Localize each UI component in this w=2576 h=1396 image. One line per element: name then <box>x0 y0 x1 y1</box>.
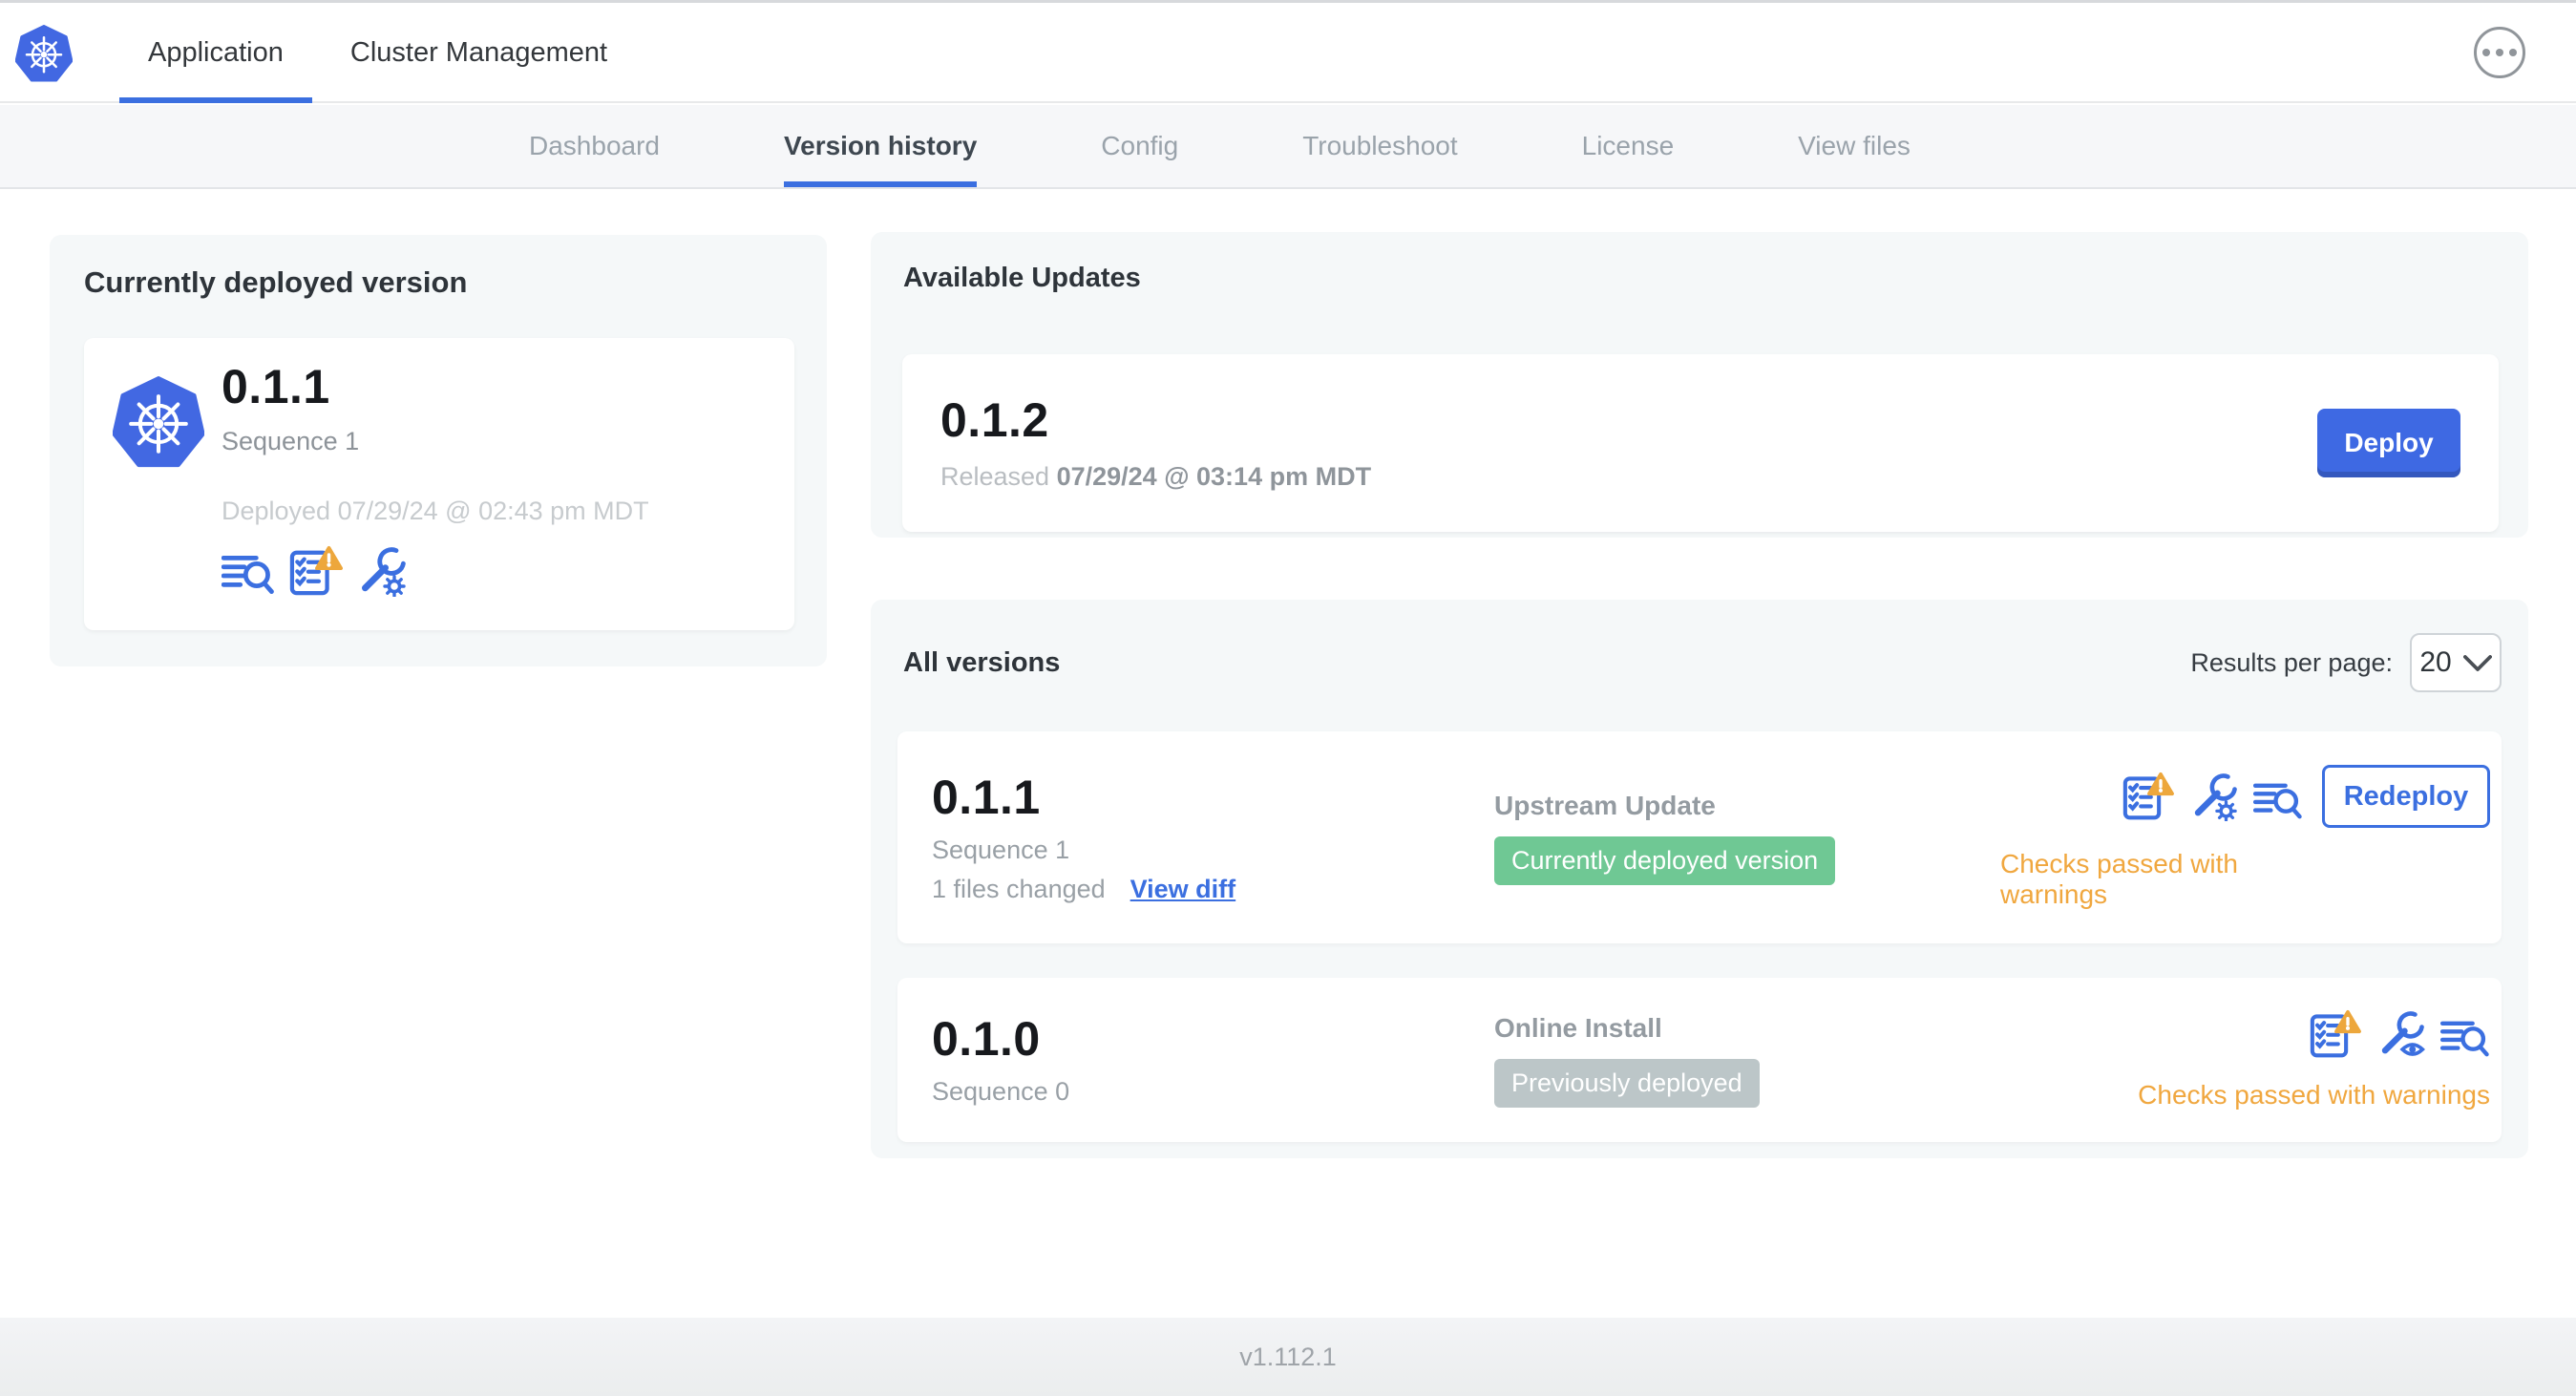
deploy-logs-icon[interactable] <box>2253 781 2303 821</box>
checks-status: Checks passed with warnings <box>2138 1080 2490 1110</box>
version-row-right: Redeploy Checks passed with warnings <box>2000 765 2490 910</box>
current-version-info: 0.1.1 Sequence 1 Deployed 07/29/24 @ 02:… <box>222 361 649 630</box>
version-row-0-1-1: 0.1.1 Sequence 1 1 files changed View di… <box>897 731 2502 943</box>
deploy-logs-icon[interactable] <box>2440 1019 2490 1059</box>
available-updates-panel: Available Updates 0.1.2 Released 07/29/2… <box>871 232 2528 538</box>
row-action-icons <box>2122 772 2303 821</box>
available-updates-title: Available Updates <box>903 263 1141 293</box>
current-version-sequence: Sequence 1 <box>222 427 360 455</box>
version-row-middle: Online Install Previously deployed <box>1494 1013 2000 1108</box>
all-versions-panel: All versions Results per page: 20 0.1.1 … <box>871 600 2528 1158</box>
tab-version-history-label: Version history <box>783 131 978 160</box>
current-version-actions <box>222 545 649 597</box>
update-released-date: Released 07/29/24 @ 03:14 pm MDT <box>940 462 1371 492</box>
checks-status: Checks passed with warnings <box>2000 849 2239 909</box>
tab-view-files-label: View files <box>1798 131 1911 160</box>
tab-cluster-management-label: Cluster Management <box>349 37 608 68</box>
tab-config[interactable]: Config <box>1101 105 1178 187</box>
row-source-label: Online Install <box>1494 1012 1662 1043</box>
row-actions: Redeploy <box>2122 765 2490 828</box>
tab-application-label: Application <box>148 37 284 68</box>
results-per-page-select[interactable]: 20 <box>2410 633 2502 692</box>
all-versions-header: All versions Results per page: 20 <box>903 628 2502 697</box>
redeploy-button[interactable]: Redeploy <box>2322 765 2490 828</box>
all-versions-title: All versions <box>903 646 1061 678</box>
edit-config-icon[interactable] <box>357 547 407 597</box>
tab-version-history[interactable]: Version history <box>783 105 978 187</box>
dot <box>2509 49 2517 56</box>
app-footer: v1.112.1 <box>0 1318 2576 1396</box>
tab-dashboard-label: Dashboard <box>529 131 660 160</box>
console-version: v1.112.1 <box>1239 1342 1337 1371</box>
current-version-number: 0.1.1 <box>222 360 330 413</box>
kubernetes-app-icon <box>113 376 204 468</box>
view-config-icon[interactable] <box>2377 1011 2425 1059</box>
version-row-left: 0.1.1 Sequence 1 1 files changed View di… <box>932 770 1494 904</box>
tab-application[interactable]: Application <box>119 3 312 103</box>
subnav-tab-bar: Dashboard Version history Config Trouble… <box>529 105 1911 187</box>
row-sequence: Sequence 0 <box>932 1077 1070 1106</box>
currently-deployed-panel: Currently deployed version 0.1.1 Sequenc… <box>50 235 827 666</box>
row-action-icons <box>2309 1009 2490 1059</box>
currently-deployed-title: Currently deployed version <box>84 265 468 299</box>
app-subnav: Dashboard Version history Config Trouble… <box>0 105 2576 189</box>
previously-deployed-badge: Previously deployed <box>1494 1058 1760 1108</box>
row-version-number: 0.1.0 <box>932 1012 1041 1066</box>
preflight-checks-warning-icon[interactable] <box>288 545 344 597</box>
top-header: Application Cluster Management <box>0 3 2576 103</box>
deploy-button[interactable]: Deploy <box>2317 409 2460 477</box>
row-sequence: Sequence 1 <box>932 835 1070 864</box>
files-changed-label: 1 files changed <box>932 874 1106 903</box>
view-diff-link[interactable]: View diff <box>1130 875 1236 904</box>
tab-dashboard[interactable]: Dashboard <box>529 105 660 187</box>
current-version-deployed-date: Deployed 07/29/24 @ 02:43 pm MDT <box>222 497 649 525</box>
version-row-middle: Upstream Update Currently deployed versi… <box>1494 791 2000 885</box>
version-row-0-1-0: 0.1.0 Sequence 0 Online Install Previous… <box>897 978 2502 1142</box>
tab-cluster-management[interactable]: Cluster Management <box>322 3 636 103</box>
preflight-checks-warning-icon[interactable] <box>2122 772 2175 821</box>
row-version-number: 0.1.1 <box>932 770 1041 824</box>
preflight-checks-warning-icon[interactable] <box>2309 1009 2362 1059</box>
row-files-changed: 1 files changed View diff <box>932 875 1494 904</box>
edit-config-icon[interactable] <box>2190 773 2238 821</box>
tab-view-files[interactable]: View files <box>1798 105 1911 187</box>
kubernetes-logo-icon <box>15 25 73 82</box>
released-prefix: Released <box>940 462 1050 491</box>
row-source-label: Upstream Update <box>1494 790 1716 820</box>
results-per-page-value: 20 <box>2419 646 2452 678</box>
version-history-page: Application Cluster Management Dashboard… <box>0 0 2576 1396</box>
update-version-number: 0.1.2 <box>940 393 1049 447</box>
tab-troubleshoot[interactable]: Troubleshoot <box>1302 105 1457 187</box>
available-update-card: 0.1.2 Released 07/29/24 @ 03:14 pm MDT D… <box>902 354 2499 532</box>
currently-deployed-badge: Currently deployed version <box>1494 835 1836 885</box>
dot <box>2496 49 2503 56</box>
results-per-page: Results per page: 20 <box>2190 633 2502 692</box>
ellipsis-menu-icon[interactable] <box>2474 27 2525 78</box>
tab-license[interactable]: License <box>1582 105 1675 187</box>
results-per-page-label: Results per page: <box>2190 647 2393 677</box>
chevron-down-icon <box>2462 654 2492 671</box>
dot <box>2482 49 2490 56</box>
top-tab-bar: Application Cluster Management <box>119 3 636 103</box>
tab-license-label: License <box>1581 131 1675 160</box>
tab-config-label: Config <box>1101 131 1179 160</box>
version-row-right: Checks passed with warnings <box>2138 1009 2490 1110</box>
row-actions <box>2309 1009 2490 1059</box>
currently-deployed-card: 0.1.1 Sequence 1 Deployed 07/29/24 @ 02:… <box>84 338 794 630</box>
deploy-logs-icon[interactable] <box>222 553 275 597</box>
available-update-info: 0.1.2 Released 07/29/24 @ 03:14 pm MDT <box>940 394 1371 492</box>
version-row-left: 0.1.0 Sequence 0 <box>932 1013 1494 1107</box>
tab-troubleshoot-label: Troubleshoot <box>1302 131 1458 160</box>
released-date: 07/29/24 @ 03:14 pm MDT <box>1056 462 1372 491</box>
version-rows: 0.1.1 Sequence 1 1 files changed View di… <box>897 731 2502 1142</box>
